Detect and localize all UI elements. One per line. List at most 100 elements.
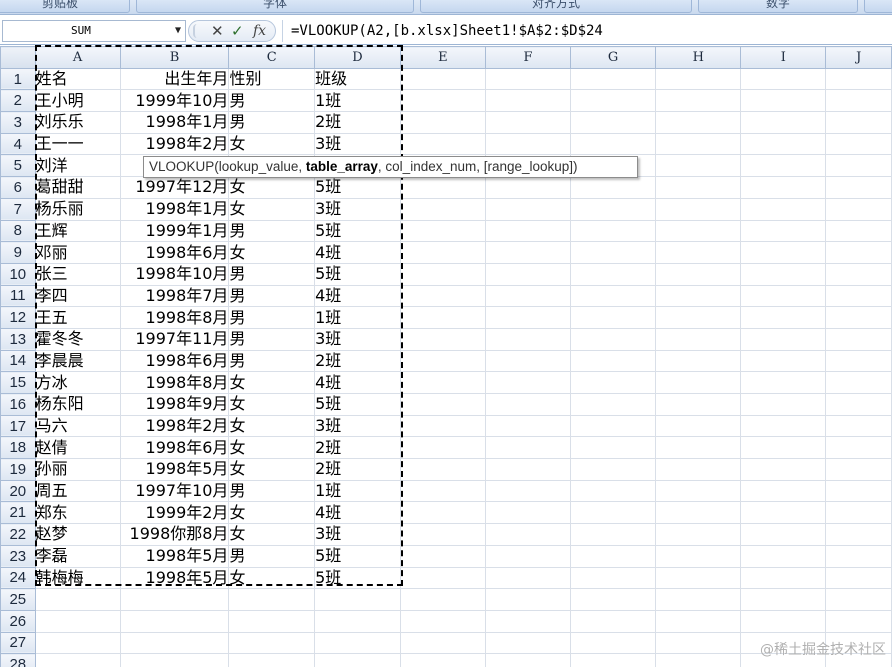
cell-empty[interactable] <box>655 393 742 416</box>
cell-empty[interactable] <box>740 414 827 438</box>
cell-empty[interactable] <box>399 631 486 655</box>
cell-d[interactable]: 3班 <box>314 414 401 438</box>
cell-empty[interactable] <box>399 653 486 667</box>
cell-empty[interactable] <box>740 219 827 243</box>
cell-empty[interactable] <box>570 544 657 568</box>
row-header[interactable]: 26 <box>0 609 36 633</box>
cell-a[interactable]: 方冰 <box>34 371 121 394</box>
cell-b[interactable]: 1999年1月 <box>119 219 230 243</box>
cell-b[interactable]: 1998年6月 <box>119 241 230 264</box>
cell-empty[interactable] <box>825 176 892 199</box>
cell-empty[interactable] <box>484 414 572 438</box>
cell-d[interactable] <box>314 653 401 667</box>
cell-empty[interactable] <box>399 197 486 221</box>
cell-empty[interactable] <box>570 262 657 286</box>
cell-a[interactable]: 霍冬冬 <box>34 327 121 351</box>
cell-empty[interactable] <box>399 371 486 394</box>
cell-b[interactable] <box>119 588 230 611</box>
cell-d[interactable]: 1班 <box>314 306 401 329</box>
cell-empty[interactable] <box>484 609 572 633</box>
ribbon-group-number[interactable]: 数字 <box>698 0 858 13</box>
cell-c[interactable] <box>228 653 316 667</box>
cell-d[interactable]: 4班 <box>314 501 401 525</box>
cell-empty[interactable] <box>570 176 657 199</box>
cell-c[interactable]: 女 <box>228 458 316 481</box>
cell-c[interactable]: 男 <box>228 219 316 243</box>
cell-b[interactable]: 1998年2月 <box>119 132 230 156</box>
cell-empty[interactable] <box>740 89 827 113</box>
column-header-f[interactable]: F <box>484 46 572 69</box>
cell-empty[interactable] <box>484 176 572 199</box>
cell-empty[interactable] <box>570 327 657 351</box>
cell-empty[interactable] <box>570 566 657 590</box>
cell-empty[interactable] <box>740 436 827 460</box>
cell-d[interactable] <box>314 588 401 611</box>
cell-empty[interactable] <box>484 501 572 525</box>
cell-empty[interactable] <box>740 176 827 199</box>
cell-a[interactable]: 王五 <box>34 306 121 329</box>
cell-d[interactable]: 5班 <box>314 544 401 568</box>
chevron-down-icon[interactable]: ▼ <box>175 21 181 41</box>
cell-empty[interactable] <box>825 306 892 329</box>
cell-a[interactable] <box>34 588 121 611</box>
column-header-h[interactable]: H <box>655 46 742 69</box>
cell-empty[interactable] <box>655 371 742 394</box>
cell-b[interactable]: 1998年8月 <box>119 306 230 329</box>
column-header-d[interactable]: D <box>314 46 401 69</box>
cell-empty[interactable] <box>825 219 892 243</box>
cell-empty[interactable] <box>740 371 827 394</box>
cell-empty[interactable] <box>825 588 892 611</box>
cell-empty[interactable] <box>740 458 827 481</box>
cell-b[interactable]: 1998年1月 <box>119 111 230 134</box>
cell-empty[interactable] <box>655 284 742 308</box>
cell-c[interactable]: 女 <box>228 414 316 438</box>
cell-b[interactable]: 1998你那8月 <box>119 523 230 546</box>
cell-empty[interactable] <box>399 262 486 286</box>
cancel-icon[interactable]: ✕ <box>211 22 224 40</box>
cell-empty[interactable] <box>570 219 657 243</box>
cell-d[interactable]: 3班 <box>314 327 401 351</box>
cell-a[interactable]: 郑东 <box>34 501 121 525</box>
cell-empty[interactable] <box>740 479 827 503</box>
cell-empty[interactable] <box>740 284 827 308</box>
cell-empty[interactable] <box>740 523 827 546</box>
cell-empty[interactable] <box>399 132 486 156</box>
cell-empty[interactable] <box>484 523 572 546</box>
cell-d[interactable]: 1班 <box>314 479 401 503</box>
cell-empty[interactable] <box>825 393 892 416</box>
cell-d[interactable]: 5班 <box>314 393 401 416</box>
tooltip-arg-table-array[interactable]: table_array <box>306 159 378 174</box>
cell-empty[interactable] <box>570 371 657 394</box>
formula-input[interactable]: =VLOOKUP(A2,[b.xlsx]Sheet1!$A$2:$D$24 <box>282 20 890 42</box>
cell-c[interactable]: 女 <box>228 241 316 264</box>
cell-empty[interactable] <box>399 414 486 438</box>
cell-empty[interactable] <box>484 653 572 667</box>
row-header[interactable]: 24 <box>0 566 36 590</box>
row-header[interactable]: 17 <box>0 414 36 438</box>
cell-a[interactable]: 李四 <box>34 284 121 308</box>
cell-d[interactable] <box>314 631 401 655</box>
cell-empty[interactable] <box>825 544 892 568</box>
cell-d[interactable] <box>314 609 401 633</box>
cell-empty[interactable] <box>484 327 572 351</box>
cell-empty[interactable] <box>570 436 657 460</box>
cell-empty[interactable] <box>570 306 657 329</box>
row-header[interactable]: 16 <box>0 393 36 416</box>
cell-d[interactable]: 3班 <box>314 197 401 221</box>
cell-empty[interactable] <box>740 327 827 351</box>
row-header[interactable]: 6 <box>0 176 36 199</box>
cell-a[interactable]: 周五 <box>34 479 121 503</box>
cell-empty[interactable] <box>399 67 486 91</box>
cell-empty[interactable] <box>825 67 892 91</box>
row-header[interactable]: 7 <box>0 197 36 221</box>
row-header[interactable]: 25 <box>0 588 36 611</box>
cell-empty[interactable] <box>740 197 827 221</box>
cell-empty[interactable] <box>655 176 742 199</box>
cell-empty[interactable] <box>399 436 486 460</box>
cell-empty[interactable] <box>399 111 486 134</box>
cell-c[interactable]: 男 <box>228 306 316 329</box>
cell-c[interactable] <box>228 631 316 655</box>
cell-a[interactable]: 王小明 <box>34 89 121 113</box>
cell-c[interactable]: 女 <box>228 523 316 546</box>
row-header[interactable]: 9 <box>0 241 36 264</box>
